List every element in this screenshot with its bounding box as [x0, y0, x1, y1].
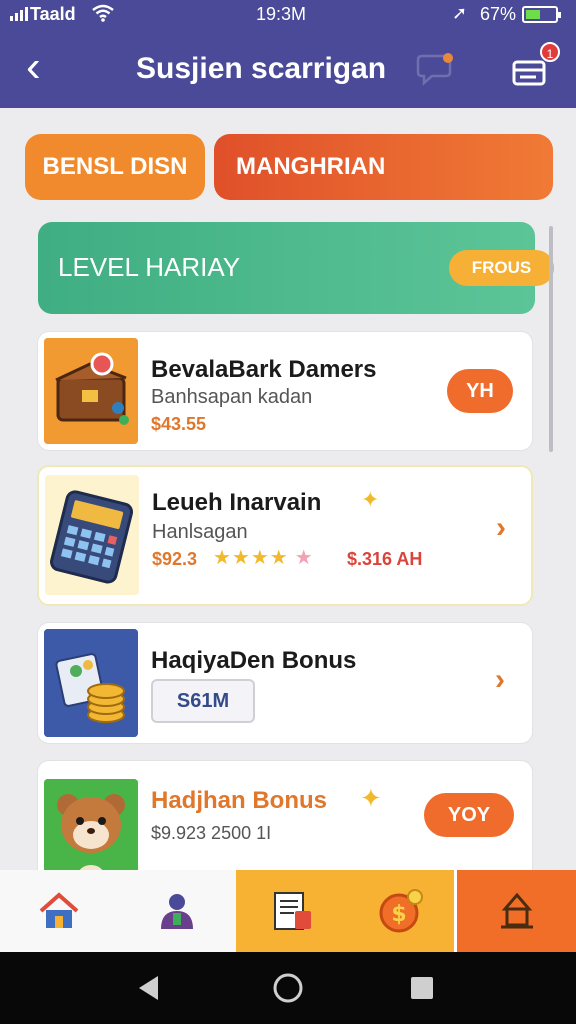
list-item[interactable]: HaqiyaDen Bonus S61M › — [37, 622, 533, 744]
battery-icon — [522, 6, 561, 23]
card-cta-button[interactable]: YOY — [424, 793, 514, 837]
rating-stars: ★★★★ ★ — [213, 547, 314, 569]
card-price: $9.923 2500 1I — [151, 823, 272, 843]
card-subtitle: Banhsapan kadan — [151, 386, 313, 408]
level-label: LEVEL HARIAY — [58, 252, 241, 282]
card-price: $43.55 — [151, 414, 207, 434]
treasure-chest-icon — [44, 338, 138, 444]
signal-icon — [10, 7, 28, 21]
nav-orders[interactable] — [236, 870, 348, 952]
bonus-code-field[interactable]: S61M — [151, 679, 255, 723]
carrier-name: Taald — [30, 4, 76, 24]
status-bar: Taald 19:3M ➚ 67% — [0, 0, 576, 30]
calculator-icon — [45, 475, 139, 595]
card-price: $92.3 — [152, 549, 198, 569]
sparkle-icon: ✦ — [361, 487, 380, 512]
bottom-nav: $ — [0, 870, 576, 952]
hamster-mascot-icon — [44, 779, 138, 880]
back-triangle-icon[interactable] — [136, 974, 160, 1002]
chevron-right-icon[interactable]: › — [496, 511, 506, 545]
card-subtitle: Hanlsagan — [152, 521, 248, 543]
card-title: BevalaBark Damers — [151, 356, 377, 383]
page-title: Susjien scarrigan — [136, 52, 387, 85]
coin-icon: $ — [379, 889, 423, 933]
tab-bensl-disn[interactable]: BENSL DISN — [25, 134, 205, 200]
home-circle-icon[interactable] — [272, 972, 304, 1004]
home-icon — [39, 892, 79, 928]
chat-bubble-icon[interactable] — [416, 50, 456, 86]
nav-profile[interactable] — [118, 870, 236, 952]
recents-square-icon[interactable] — [410, 976, 434, 1000]
svg-text:$: $ — [391, 902, 406, 927]
document-icon — [274, 892, 311, 930]
app-header: ‹ Susjien scarrigan 1 — [0, 30, 576, 108]
card-title: Leueh Inarvain — [152, 489, 322, 516]
navigation-arrow-icon: ➚ — [452, 3, 468, 23]
wifi-icon — [92, 4, 114, 22]
nav-shop[interactable] — [454, 870, 576, 952]
sparkle-icon: ✦ — [360, 783, 382, 813]
list-item[interactable]: BevalaBark Damers Banhsapan kadan $43.55… — [37, 331, 533, 451]
clock: 19:3M — [256, 4, 307, 24]
card-cta-button[interactable]: YH — [447, 369, 513, 413]
list-item[interactable]: Hadjhan Bonus ✦ $9.923 2500 1I YOY — [37, 760, 533, 880]
system-nav-bar — [0, 952, 576, 1024]
card-alt-price: $.316 AH — [347, 549, 423, 569]
level-banner: LEVEL HARIAY FROUS — [38, 222, 554, 314]
battery-percent: 67% — [480, 4, 517, 24]
cart-badge: 1 — [540, 42, 560, 62]
tab-manghrian[interactable]: MANGHRIAN — [214, 134, 553, 200]
level-button[interactable]: FROUS — [449, 250, 554, 286]
scrollbar[interactable] — [549, 226, 553, 452]
chevron-right-icon[interactable]: › — [495, 663, 505, 697]
card-title: HaqiyaDen Bonus — [151, 647, 357, 674]
nav-home[interactable] — [0, 870, 118, 952]
back-chevron-icon[interactable]: ‹ — [26, 42, 41, 92]
card-title: Hadjhan Bonus — [151, 787, 328, 814]
nav-coins[interactable]: $ — [348, 870, 454, 952]
coin-stack-icon — [44, 629, 138, 737]
user-icon — [161, 894, 193, 929]
shop-icon — [500, 892, 533, 929]
list-item[interactable]: Leueh Inarvain ✦ Hanlsagan $92.3 ★★★★ ★ $… — [37, 465, 533, 606]
